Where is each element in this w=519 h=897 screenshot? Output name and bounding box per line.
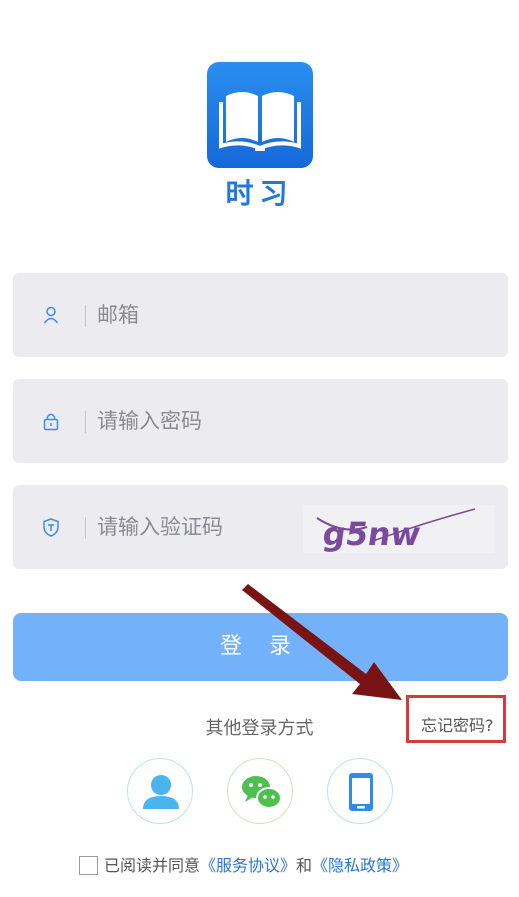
phone-icon: [349, 773, 373, 811]
login-button[interactable]: 登 录: [13, 613, 508, 681]
app-name: 时习: [225, 177, 294, 210]
field-divider: [85, 517, 86, 539]
field-divider: [85, 411, 86, 433]
book-icon: [219, 92, 301, 151]
user-icon: [143, 775, 179, 809]
captcha-text: g5nw: [320, 515, 423, 553]
captcha-placeholder: 请输入验证码: [97, 515, 223, 539]
captcha-field[interactable]: 请输入验证码 g5nw: [13, 485, 508, 569]
agreement-and: 和: [296, 856, 313, 875]
email-field[interactable]: 邮箱: [13, 273, 508, 357]
shield-icon: [43, 518, 59, 537]
wechat-icon: [242, 776, 282, 809]
password-placeholder: 请输入密码: [97, 409, 202, 433]
captcha-image[interactable]: g5nw: [303, 505, 494, 553]
annotation-box: [406, 695, 506, 743]
service-agreement-link[interactable]: 《服务协议》: [200, 856, 296, 875]
lock-icon: [43, 413, 59, 431]
agreement-row: 已阅读并同意《服务协议》和《隐私政策》: [79, 852, 408, 876]
email-placeholder: 邮箱: [97, 303, 139, 327]
password-field[interactable]: 请输入密码: [13, 379, 508, 463]
account-login-button[interactable]: [127, 758, 193, 824]
app-logo: [207, 62, 313, 168]
wechat-login-button[interactable]: [227, 758, 293, 824]
field-divider: [85, 305, 86, 327]
phone-login-button[interactable]: [327, 758, 393, 824]
user-icon: [43, 306, 59, 324]
privacy-policy-link[interactable]: 《隐私政策》: [312, 856, 408, 875]
agree-checkbox[interactable]: [79, 856, 98, 875]
agreement-prefix: 已阅读并同意: [104, 856, 201, 875]
